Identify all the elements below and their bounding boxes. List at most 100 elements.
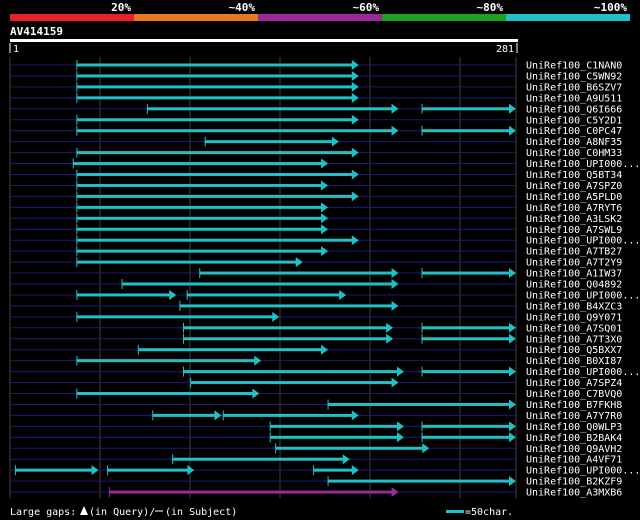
ruler-end: 281 [496,44,514,55]
hit-label: UniRef100_A7TB27 [526,247,622,258]
hit-segment [179,304,393,308]
hit-segment [76,96,353,100]
hit-segment [107,468,189,472]
hit-segment [313,468,353,472]
hit-label: UniRef100_Q0WLP3 [526,422,622,433]
segment-arrowhead [321,224,329,235]
segment-arrowhead [351,169,359,180]
hit-segment [76,216,323,220]
identity-legend-label: ~60% [353,1,380,14]
hit-segment [187,293,341,297]
hit-segment [270,435,398,439]
segment-arrowhead [391,279,399,289]
hit-label: UniRef100_A3MXB6 [526,488,622,499]
hit-label: UniRef100_A7RYT6 [526,203,622,214]
hit-label: UniRef100_Q5BXX7 [526,345,622,356]
segment-arrowhead [509,125,516,136]
hit-label: UniRef100_Q04892 [526,280,622,291]
segment-arrowhead [339,289,347,300]
hit-segment [328,479,510,483]
segment-arrowhead [254,355,262,366]
hit-label: UniRef100_A7Y7R0 [526,411,622,422]
segment-arrowhead [214,410,222,421]
segment-arrowhead [351,235,359,246]
hit-segment [422,370,510,374]
segment-arrowhead [187,465,195,476]
segment-arrowhead [252,388,260,399]
identity-legend-label: 20% [111,1,131,14]
hit-label: UniRef100_B7FKH8 [526,400,622,411]
hit-label: UniRef100_B4XZC3 [526,301,622,312]
hit-segment [183,326,388,330]
hit-segment [76,129,393,133]
segment-arrowhead [321,213,329,224]
segment-arrowhead [351,410,359,421]
hit-segment [328,402,510,406]
segment-arrowhead [351,92,359,103]
identity-legend-bar [382,14,506,21]
ruler-start: 1 [13,44,19,55]
hit-label: UniRef100_C7BVQ0 [526,389,622,400]
hit-label: UniRef100_UPI000... [526,466,640,477]
segment-arrowhead [509,399,516,410]
segment-arrowhead [509,432,516,443]
segment-arrowhead [391,268,399,279]
segment-arrowhead [351,81,359,92]
footer-query-gap: (in Query)/ [89,507,155,518]
hit-segment [76,249,323,253]
hit-label: UniRef100_A7SPZ0 [526,181,622,192]
hit-segment [422,271,510,275]
segment-arrowhead [422,443,430,454]
segment-arrowhead [169,289,177,300]
hit-segment [76,118,353,122]
segment-arrowhead [351,191,359,202]
hit-segment [76,85,353,89]
hit-label: UniRef100_A7T2Y9 [526,258,622,269]
hit-segment [422,435,510,439]
segment-arrowhead [331,136,339,147]
segment-arrowhead [391,125,399,136]
hit-label: UniRef100_Q9AVH2 [526,444,622,455]
hit-segment [183,337,388,341]
hit-label: UniRef100_B2BAK4 [526,433,622,444]
hit-segment [73,162,323,166]
scale-bar [446,510,464,513]
segment-arrowhead [321,344,329,355]
hit-label: UniRef100_UPI000... [526,236,640,247]
hit-segment [76,359,256,363]
segment-arrowhead [509,268,516,279]
hit-label: UniRef100_C1NAN0 [526,61,622,72]
segment-arrowhead [509,366,516,377]
hit-label: UniRef100_Q9Y071 [526,312,622,323]
hit-label: UniRef100_Q6I666 [526,104,622,115]
footer-scale-label: =50char. [465,507,513,518]
query-bar [10,39,518,42]
hit-segment [422,326,510,330]
hit-segment [172,457,344,461]
hit-label: UniRef100_UPI000... [526,367,640,378]
hit-segment [76,293,171,297]
segment-arrowhead [391,487,399,498]
hit-segment [275,446,424,450]
segment-arrowhead [391,377,399,388]
hit-segment [422,424,510,428]
hit-segment [76,63,353,67]
segment-arrowhead [391,103,399,114]
hit-segment [422,337,510,341]
hit-label: UniRef100_C0PC47 [526,126,622,137]
identity-legend-bar [134,14,258,21]
hit-segment [76,194,353,198]
hit-segment [76,183,323,187]
hit-segment [190,381,393,385]
hit-segment [76,227,323,231]
footer-gaps-label: Large gaps: [10,507,76,518]
segment-arrowhead [386,322,394,333]
hit-label: UniRef100_A7SQ01 [526,323,622,334]
hit-segment [183,370,398,374]
segment-arrowhead [91,465,99,476]
hit-segment [205,140,333,144]
segment-arrowhead [342,454,350,465]
hit-segment [76,238,353,242]
hit-label: UniRef100_A4VF71 [526,455,622,466]
identity-legend-bar [10,14,134,21]
